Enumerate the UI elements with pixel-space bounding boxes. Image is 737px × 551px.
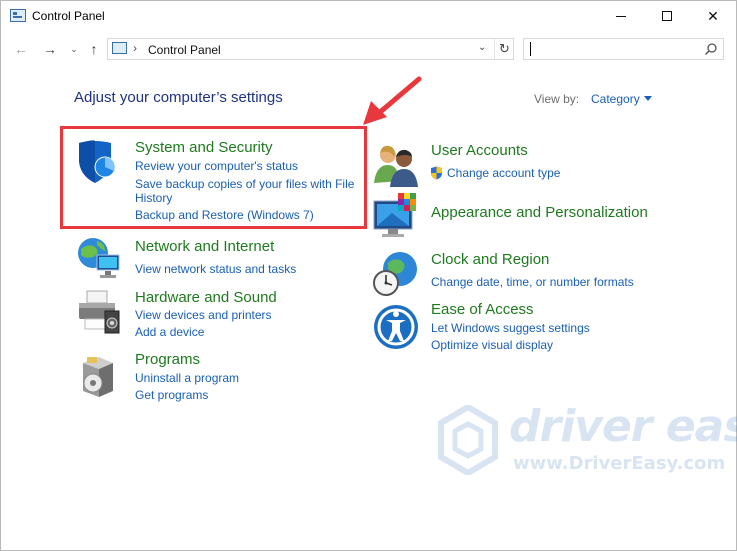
users-icon[interactable]	[372, 141, 420, 189]
view-by-dropdown[interactable]: Category	[591, 92, 640, 106]
title-bar: Control Panel ✕	[1, 1, 736, 31]
link-uninstall-a-program[interactable]: Uninstall a program	[135, 371, 239, 386]
category-hardware-and-sound[interactable]: Hardware and Sound	[135, 289, 277, 306]
navigation-bar: ← → ⌄ ↑ › Control Panel ⌄ ↻	[1, 34, 736, 64]
breadcrumb-separator[interactable]: ›	[133, 41, 137, 55]
text-cursor	[530, 42, 531, 56]
category-appearance-and-personalization[interactable]: Appearance and Personalization	[431, 204, 648, 221]
search-box[interactable]	[523, 38, 724, 60]
programs-box-icon[interactable]	[75, 353, 123, 401]
printer-icon[interactable]	[75, 289, 123, 337]
driver-easy-logo-icon	[438, 405, 498, 475]
page-title: Adjust your computer’s settings	[74, 89, 283, 106]
maximize-icon	[662, 11, 672, 21]
uac-shield-icon	[431, 166, 442, 180]
search-input[interactable]	[530, 41, 690, 57]
category-user-accounts[interactable]: User Accounts	[431, 142, 528, 159]
category-network-and-internet[interactable]: Network and Internet	[135, 238, 274, 255]
ease-of-access-icon[interactable]	[372, 303, 420, 351]
watermark-brand: driver easy	[509, 401, 737, 452]
control-panel-icon	[112, 42, 127, 54]
category-ease-of-access[interactable]: Ease of Access	[431, 301, 534, 318]
close-button[interactable]: ✕	[690, 1, 736, 31]
up-button[interactable]: ↑	[85, 39, 103, 59]
link-change-date-time-formats[interactable]: Change date, time, or number formats	[431, 275, 634, 290]
link-get-programs[interactable]: Get programs	[135, 388, 208, 403]
address-bar[interactable]: › Control Panel ⌄ ↻	[107, 38, 514, 60]
view-by-label: View by:	[534, 92, 580, 106]
back-button[interactable]: ←	[12, 39, 30, 59]
link-let-windows-suggest-settings[interactable]: Let Windows suggest settings	[431, 321, 590, 336]
link-optimize-visual-display[interactable]: Optimize visual display	[431, 338, 553, 353]
window-title: Control Panel	[32, 9, 105, 23]
category-clock-and-region[interactable]: Clock and Region	[431, 251, 549, 268]
refresh-button[interactable]: ↻	[494, 39, 514, 59]
link-change-account-type[interactable]: Change account type	[447, 166, 560, 181]
control-panel-window: Control Panel ✕ ← → ⌄ ↑ › Control Panel …	[0, 0, 737, 551]
clock-globe-icon[interactable]	[372, 249, 420, 297]
address-dropdown-button[interactable]: ⌄	[478, 42, 486, 53]
watermark: driver easy www.DriverEasy.com	[437, 401, 737, 481]
network-globe-icon[interactable]	[75, 235, 123, 283]
maximize-button[interactable]	[644, 1, 690, 31]
close-icon: ✕	[707, 7, 719, 24]
minimize-button[interactable]	[598, 1, 644, 31]
highlight-box	[60, 126, 367, 229]
recent-locations-button[interactable]: ⌄	[65, 39, 83, 59]
link-view-devices-and-printers[interactable]: View devices and printers	[135, 308, 272, 323]
search-icon[interactable]	[704, 42, 718, 56]
minimize-icon	[616, 15, 626, 17]
annotation-arrow-icon	[363, 76, 422, 125]
category-programs[interactable]: Programs	[135, 351, 200, 368]
monitor-palette-icon[interactable]	[372, 193, 420, 241]
breadcrumb-control-panel[interactable]: Control Panel	[148, 43, 221, 57]
watermark-url: www.DriverEasy.com	[513, 453, 726, 474]
control-panel-app-icon	[10, 9, 26, 22]
forward-button[interactable]: →	[41, 39, 59, 59]
link-view-network-status[interactable]: View network status and tasks	[135, 262, 296, 277]
chevron-down-icon[interactable]	[644, 96, 652, 101]
link-add-a-device[interactable]: Add a device	[135, 325, 204, 340]
